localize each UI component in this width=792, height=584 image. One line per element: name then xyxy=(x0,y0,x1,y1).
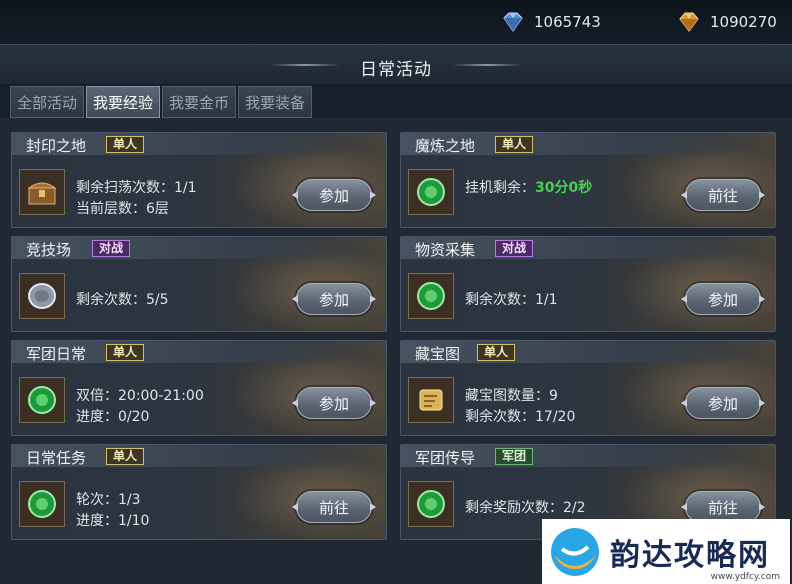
mode-badge: 单人 xyxy=(106,448,145,465)
green-jade-icon xyxy=(19,377,65,423)
go-button[interactable]: 前往 xyxy=(296,491,372,523)
watermark-logo-icon xyxy=(551,527,599,576)
info-line-2: 剩余次数：17/20 xyxy=(465,409,576,425)
tab-gold[interactable]: 我要金币 xyxy=(162,86,236,118)
green-jade-icon xyxy=(408,273,454,319)
join-button[interactable]: 参加 xyxy=(296,387,372,419)
info-line-2: 进度：0/20 xyxy=(76,409,150,425)
green-jade-icon xyxy=(408,169,454,215)
info-line-2: 进度：1/10 xyxy=(76,513,150,529)
join-button[interactable]: 参加 xyxy=(296,283,372,315)
idle-remaining-value: 30分0秒 xyxy=(535,180,593,196)
idle-remaining-label: 挂机剩余： xyxy=(465,180,535,196)
join-button[interactable]: 参加 xyxy=(685,283,761,315)
diamond-amount: 1065743 xyxy=(534,13,601,31)
treasure-chest-icon xyxy=(19,169,65,215)
gold-counter: 1090270 xyxy=(676,8,777,36)
activity-card-seal-land: 封印之地 单人 剩余扫荡次数：1/1 当前层数：6层 参加 xyxy=(11,132,387,228)
activity-card-resource-gathering: 物资采集 对战 剩余次数：1/1 参加 xyxy=(400,236,776,332)
info-line-1: 双倍：20:00-21:00 xyxy=(76,388,204,404)
activity-name: 魔炼之地 xyxy=(415,137,476,155)
info-line-1: 剩余奖励次数：2/2 xyxy=(465,500,586,516)
green-jade-icon xyxy=(408,481,454,527)
info-line-2: 当前层数：6层 xyxy=(76,201,169,217)
mode-badge: 单人 xyxy=(106,344,145,361)
activity-name: 竞技场 xyxy=(26,241,72,259)
info-line-1: 剩余扫荡次数：1/1 xyxy=(76,180,197,196)
activity-name: 物资采集 xyxy=(415,241,476,259)
info-line-1: 剩余次数：5/5 xyxy=(76,292,169,308)
activity-name: 藏宝图 xyxy=(415,345,461,363)
tab-bar: 全部活动 我要经验 我要金币 我要装备 xyxy=(10,86,312,118)
title-bar: 日常活动 xyxy=(0,44,792,84)
top-bar: 1065743 1090270 xyxy=(0,0,792,44)
treasure-map-icon xyxy=(408,377,454,423)
activity-name: 军团传导 xyxy=(415,449,476,467)
info-line-1: 轮次：1/3 xyxy=(76,492,141,508)
info-line-1: 剩余次数：1/1 xyxy=(465,292,558,308)
mode-badge: 单人 xyxy=(477,344,516,361)
title-ornament-right xyxy=(452,64,522,66)
mode-badge: 对战 xyxy=(495,240,534,257)
watermark: 韵达攻略网 www.ydfcy.com xyxy=(542,519,790,584)
activity-card-daily-quest: 日常任务 单人 轮次：1/3 进度：1/10 前往 xyxy=(11,444,387,540)
go-button[interactable]: 前往 xyxy=(685,179,761,211)
mode-badge: 军团 xyxy=(495,448,534,465)
page-title: 日常活动 xyxy=(360,60,432,80)
diamond-counter: 1065743 xyxy=(500,8,601,36)
diamond-gem-icon xyxy=(503,12,523,32)
tab-experience[interactable]: 我要经验 xyxy=(86,86,160,118)
activity-card-arena: 竞技场 对战 剩余次数：5/5 参加 xyxy=(11,236,387,332)
activity-name: 封印之地 xyxy=(26,137,87,155)
idle-remaining: 挂机剩余：30分0秒 xyxy=(465,177,592,197)
tab-all-activities[interactable]: 全部活动 xyxy=(10,86,84,118)
activity-name: 军团日常 xyxy=(26,345,87,363)
join-button[interactable]: 参加 xyxy=(296,179,372,211)
activity-card-treasure-map: 藏宝图 单人 藏宝图数量：9 剩余次数：17/20 参加 xyxy=(400,340,776,436)
gold-gem-icon xyxy=(679,12,699,32)
activity-panel: 封印之地 单人 剩余扫荡次数：1/1 当前层数：6层 参加 魔炼之地 单人 挂机… xyxy=(0,118,792,584)
info-line-1: 藏宝图数量：9 xyxy=(465,388,558,404)
silver-coin-icon xyxy=(19,273,65,319)
gold-amount: 1090270 xyxy=(710,13,777,31)
mode-badge: 单人 xyxy=(106,136,145,153)
mode-badge: 单人 xyxy=(495,136,534,153)
activity-name: 日常任务 xyxy=(26,449,87,467)
join-button[interactable]: 参加 xyxy=(685,387,761,419)
watermark-url: www.ydfcy.com xyxy=(710,572,780,582)
mode-badge: 对战 xyxy=(92,240,131,257)
tab-equipment[interactable]: 我要装备 xyxy=(238,86,312,118)
green-jade-icon xyxy=(19,481,65,527)
watermark-name: 韵达攻略网 xyxy=(610,537,770,573)
activity-card-legion-daily: 军团日常 单人 双倍：20:00-21:00 进度：0/20 参加 xyxy=(11,340,387,436)
activity-card-refining-land: 魔炼之地 单人 挂机剩余：30分0秒 前往 xyxy=(400,132,776,228)
